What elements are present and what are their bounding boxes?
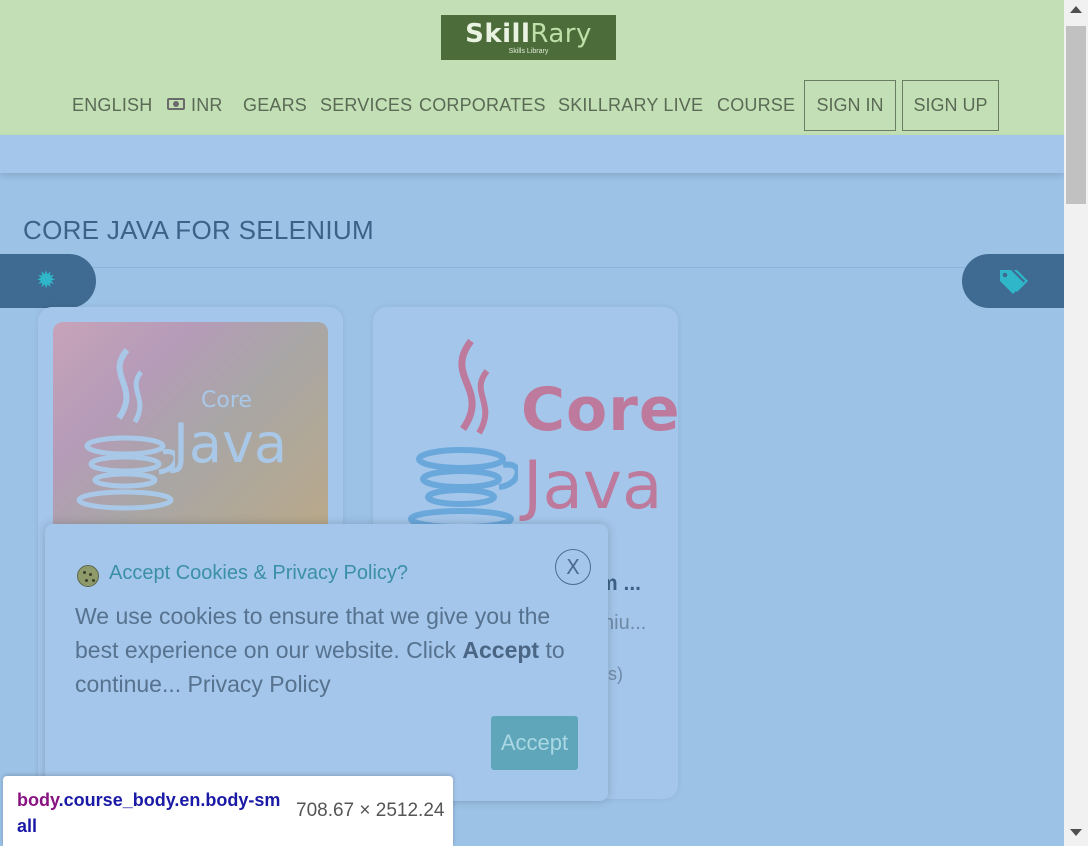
page-title: CORE JAVA FOR SELENIUM — [23, 215, 374, 245]
thumbnail-text-top: Core — [201, 388, 252, 413]
cookie-message-accept-word: Accept — [462, 637, 540, 663]
close-button[interactable]: X — [555, 549, 591, 585]
filter-pill-left[interactable]: ✹ — [0, 254, 96, 308]
page: SkillRary Skills Library ENGLISH INR GEA… — [0, 0, 1064, 846]
vertical-scrollbar[interactable] — [1064, 0, 1088, 846]
java-cup-icon — [76, 348, 175, 511]
java-cup-icon — [408, 338, 518, 527]
tags-pill-right[interactable] — [962, 254, 1064, 308]
title-divider — [23, 267, 1064, 268]
sub-header-bar — [0, 135, 1064, 173]
currency-note-icon — [167, 98, 185, 111]
tags-icon — [1000, 270, 1028, 294]
accept-button[interactable]: Accept — [491, 716, 578, 770]
cookie-title: Accept Cookies & Privacy Policy? — [109, 562, 409, 584]
nav-gears[interactable]: GEARS — [243, 80, 307, 131]
nav-course[interactable]: COURSE — [717, 80, 795, 131]
course-thumbnail: Core Java — [53, 322, 328, 526]
cookie-consent-dialog: X Accept Cookies & Privacy Policy? We us… — [45, 524, 608, 801]
scroll-up-arrow-icon[interactable] — [1070, 6, 1082, 13]
nav-currency[interactable]: INR — [167, 80, 223, 131]
element-inspect-tooltip: body.course_body.en.body-small 708.67 × … — [3, 776, 453, 846]
nav-english[interactable]: ENGLISH — [72, 80, 152, 131]
course-subtitle: niu... — [603, 612, 647, 634]
scroll-down-arrow-icon[interactable] — [1070, 829, 1082, 836]
logo-tagline: Skills Library — [508, 48, 549, 55]
cookie-message: We use cookies to ensure that we give yo… — [75, 599, 575, 701]
thumbnail-text-bottom: Java — [173, 412, 288, 475]
nav-services[interactable]: SERVICES — [320, 80, 412, 131]
nav-corporates[interactable]: CORPORATES — [419, 80, 546, 131]
sign-in-button[interactable]: SIGN IN — [804, 80, 896, 131]
skillrary-logo[interactable]: SkillRary Skills Library — [441, 15, 616, 60]
thumbnail-text-top: Core — [521, 375, 681, 445]
nav-skillrary-live[interactable]: SKILLRARY LIVE — [558, 80, 703, 131]
cookie-icon — [77, 565, 99, 587]
gear-icon: ✹ — [36, 267, 57, 294]
scrollbar-thumb[interactable] — [1066, 26, 1086, 204]
tooltip-selector: body.course_body.en.body-small — [17, 787, 287, 839]
tooltip-tag: body — [17, 790, 59, 810]
tooltip-dimensions: 708.67 × 2512.24 — [296, 800, 445, 821]
nav-currency-label: INR — [191, 95, 223, 115]
site-header: SkillRary Skills Library ENGLISH INR GEA… — [0, 0, 1064, 135]
thumbnail-text-bottom: Java — [523, 447, 663, 524]
sign-up-button[interactable]: SIGN UP — [902, 80, 999, 131]
main-nav: ENGLISH INR GEARS SERVICES CORPORATES SK… — [0, 80, 1064, 131]
